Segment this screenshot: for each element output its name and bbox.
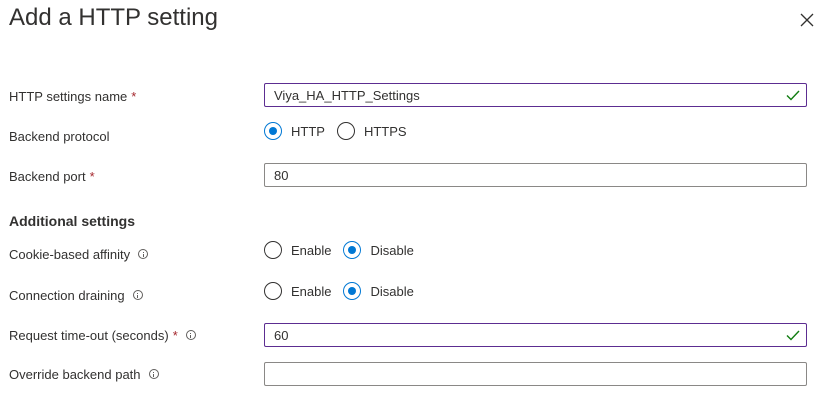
draining-option-enable[interactable]: Enable	[264, 282, 331, 300]
settings-name-label: HTTP settings name *	[9, 87, 136, 105]
protocol-option-http[interactable]: HTTP	[264, 122, 325, 140]
radio-https[interactable]	[336, 122, 355, 140]
override-path-input[interactable]	[265, 364, 806, 384]
override-path-label: Override backend path	[9, 365, 159, 383]
close-icon	[800, 13, 814, 27]
cookie-affinity-label-text: Cookie-based affinity	[9, 246, 131, 262]
connection-draining-label-text: Connection draining	[9, 287, 125, 303]
required-mark: *	[172, 327, 178, 343]
backend-port-input[interactable]	[265, 165, 806, 185]
cookie-affinity-label: Cookie-based affinity	[9, 245, 149, 263]
backend-protocol-label: Backend protocol	[9, 127, 109, 145]
info-icon[interactable]	[148, 369, 159, 379]
settings-name-label-text: HTTP settings name	[9, 88, 128, 104]
checkmark-icon	[786, 330, 800, 341]
connection-draining-label: Connection draining	[9, 286, 143, 304]
request-timeout-field	[264, 323, 807, 347]
required-mark: *	[89, 168, 95, 184]
required-mark: *	[131, 88, 137, 104]
info-icon[interactable]	[132, 290, 143, 300]
settings-name-field	[264, 83, 807, 107]
radio-draining-disable[interactable]	[343, 282, 362, 300]
radio-cookie-enable[interactable]	[264, 241, 282, 259]
checkmark-icon	[786, 90, 800, 101]
draining-option-disable-label: Disable	[370, 283, 414, 299]
dialog-title: Add a HTTP setting	[9, 4, 218, 31]
settings-name-input[interactable]	[265, 85, 784, 105]
cookie-option-disable[interactable]: Disable	[343, 241, 414, 259]
close-button[interactable]	[797, 10, 817, 30]
cookie-option-disable-label: Disable	[370, 242, 414, 258]
info-icon[interactable]	[138, 249, 149, 259]
override-path-field	[264, 362, 807, 386]
backend-port-field	[264, 163, 807, 187]
request-timeout-label-text: Request time-out (seconds)	[9, 327, 169, 343]
request-timeout-label: Request time-out (seconds) *	[9, 326, 196, 344]
override-path-label-text: Override backend path	[9, 366, 141, 382]
info-icon[interactable]	[185, 330, 196, 340]
backend-port-label: Backend port *	[9, 167, 95, 185]
connection-draining-radio-group: Enable Disable	[264, 281, 426, 301]
protocol-option-https[interactable]: HTTPS	[336, 122, 407, 140]
cookie-affinity-radio-group: Enable Disable	[264, 240, 426, 260]
protocol-option-https-label: HTTPS	[363, 123, 407, 139]
draining-option-disable[interactable]: Disable	[343, 282, 414, 300]
cookie-option-enable-label: Enable	[291, 242, 332, 258]
backend-protocol-label-text: Backend protocol	[9, 128, 110, 144]
additional-settings-heading: Additional settings	[9, 213, 135, 229]
radio-draining-enable[interactable]	[264, 282, 282, 300]
protocol-option-http-label: HTTP	[291, 123, 325, 139]
backend-port-label-text: Backend port	[9, 168, 86, 184]
backend-protocol-radio-group: HTTP HTTPS	[264, 121, 419, 141]
radio-cookie-disable[interactable]	[343, 241, 362, 259]
radio-http[interactable]	[264, 122, 282, 140]
request-timeout-input[interactable]	[265, 325, 784, 345]
draining-option-enable-label: Enable	[291, 283, 332, 299]
cookie-option-enable[interactable]: Enable	[264, 241, 331, 259]
